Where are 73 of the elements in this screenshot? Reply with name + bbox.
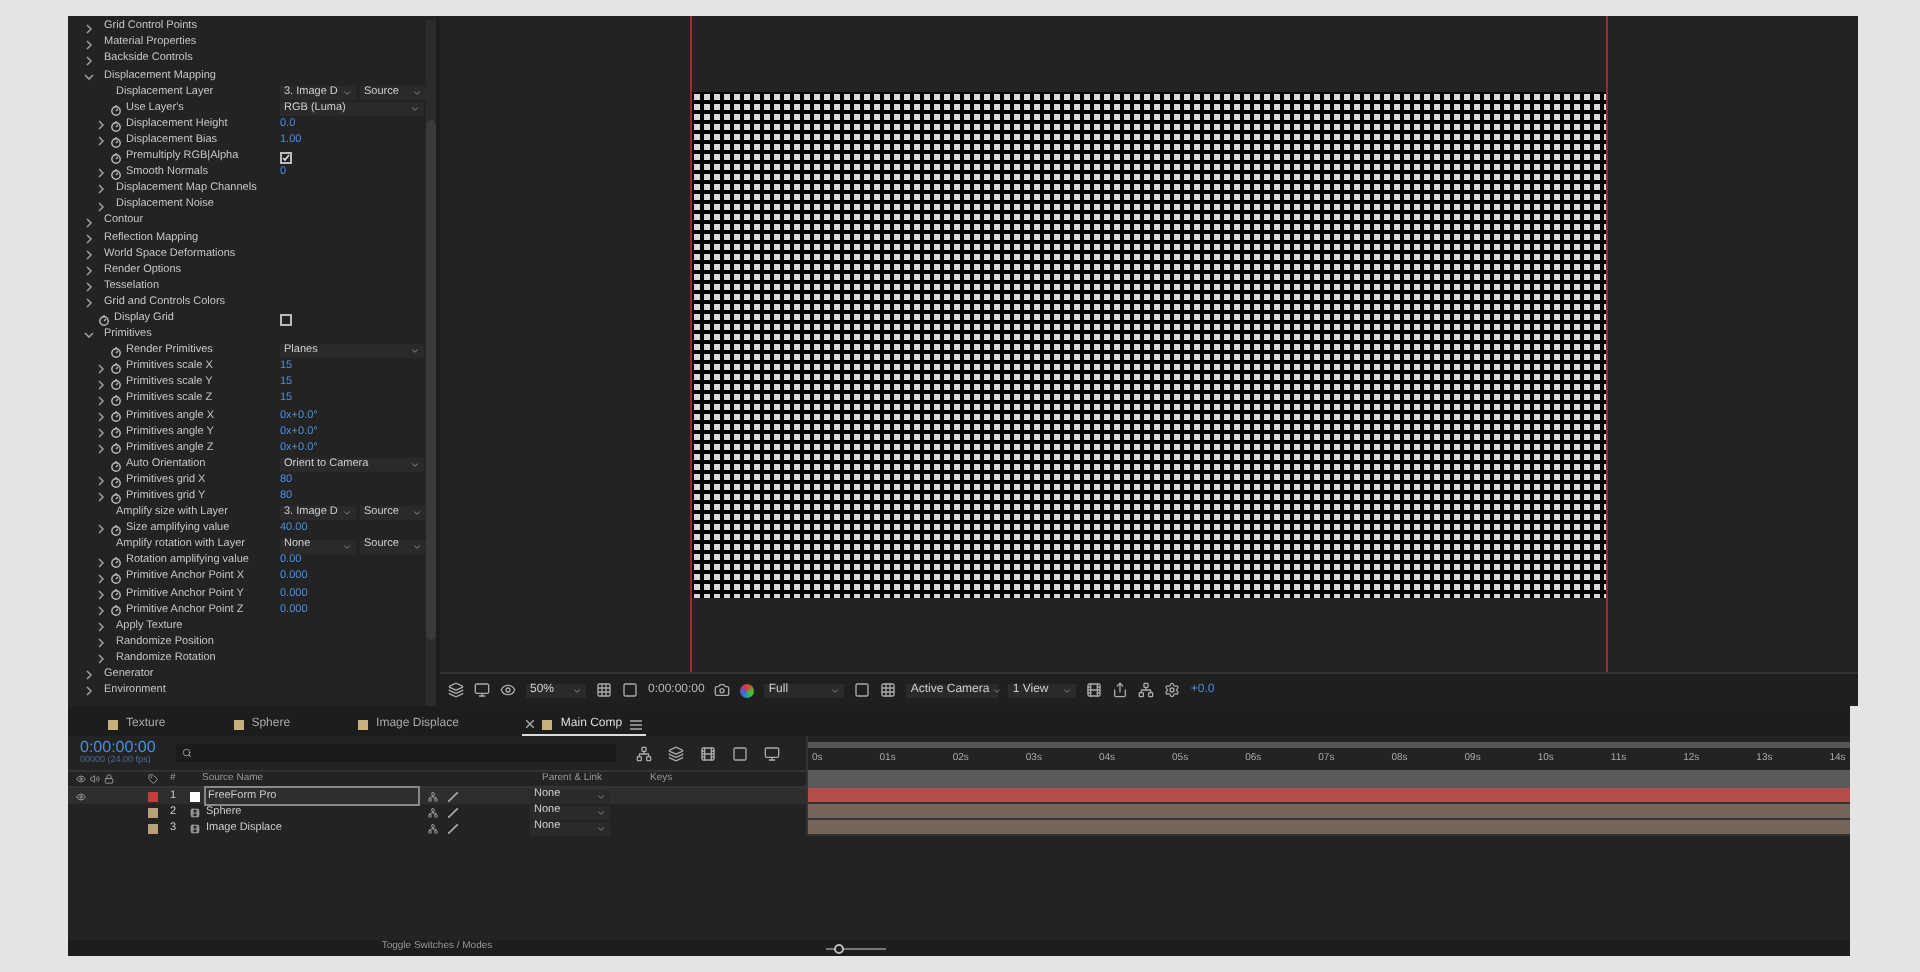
stopwatch-icon[interactable] <box>110 167 122 180</box>
transparency-grid-icon[interactable] <box>880 682 897 698</box>
caret-icon <box>342 508 352 519</box>
flowchart-icon[interactable] <box>635 745 652 761</box>
stopwatch-icon[interactable] <box>110 491 122 504</box>
stopwatch-icon[interactable] <box>110 572 122 585</box>
tab-color-swatch <box>542 719 553 729</box>
stopwatch-icon[interactable] <box>110 523 122 536</box>
stopwatch-icon[interactable] <box>110 588 122 601</box>
caret-icon <box>410 460 420 471</box>
footage-icon <box>190 823 200 833</box>
stopwatch-icon[interactable] <box>110 394 122 407</box>
search-field[interactable] <box>175 744 616 762</box>
label-color-swatch[interactable] <box>148 791 158 801</box>
zoom-slider-thumb[interactable] <box>833 943 844 953</box>
caret-icon <box>1062 685 1073 695</box>
caret-icon <box>830 685 841 695</box>
caret-icon <box>991 685 1002 695</box>
scrollbar[interactable] <box>426 20 436 706</box>
chevron-icon[interactable] <box>84 330 94 341</box>
film-icon[interactable] <box>1086 682 1103 698</box>
checkbox[interactable] <box>280 313 292 326</box>
solid-icon <box>190 791 200 801</box>
close-icon[interactable] <box>526 720 535 728</box>
eye-icon <box>76 774 86 784</box>
stopwatch-icon[interactable] <box>110 475 122 488</box>
grid-icon[interactable] <box>596 682 612 698</box>
layers-icon[interactable] <box>448 682 464 698</box>
footage-icon <box>190 807 200 817</box>
stopwatch-icon[interactable] <box>110 426 122 439</box>
tab-color-swatch <box>108 720 118 730</box>
monitor-icon[interactable] <box>474 682 490 698</box>
eye-icon[interactable] <box>76 791 86 801</box>
menu-icon[interactable] <box>630 719 643 729</box>
stopwatch-icon[interactable] <box>110 362 122 375</box>
caret-icon <box>342 87 352 98</box>
layers-icon[interactable] <box>667 745 684 761</box>
audio-icon <box>90 774 100 784</box>
current-time[interactable]: 0:00:00:00 <box>80 740 156 757</box>
stopwatch-icon[interactable] <box>110 442 122 455</box>
label-icon <box>148 774 158 784</box>
stopwatch-icon[interactable] <box>110 410 122 423</box>
chevron-icon[interactable] <box>96 524 106 535</box>
tab-color-swatch <box>358 720 369 730</box>
stopwatch-icon[interactable] <box>110 119 122 132</box>
caret-icon <box>342 541 352 552</box>
checkbox[interactable] <box>280 151 292 164</box>
stopwatch-icon[interactable] <box>110 378 122 391</box>
stopwatch-icon[interactable] <box>110 103 122 116</box>
share-icon[interactable] <box>1112 682 1129 698</box>
caret-icon <box>572 685 582 695</box>
search-icon <box>181 748 192 758</box>
caret-icon <box>412 541 422 552</box>
stopwatch-icon[interactable] <box>110 151 122 164</box>
camera-icon[interactable] <box>714 682 731 698</box>
caret-icon <box>412 508 422 519</box>
eye-icon[interactable] <box>500 682 516 698</box>
stopwatch-icon[interactable] <box>110 604 122 617</box>
stopwatch-icon[interactable] <box>110 556 122 569</box>
color-channels-icon[interactable] <box>740 683 755 697</box>
label-color-swatch[interactable] <box>148 807 158 817</box>
stopwatch-icon[interactable] <box>110 459 122 472</box>
tab-color-swatch <box>233 720 244 730</box>
stopwatch-icon[interactable] <box>98 313 110 326</box>
flowchart-icon[interactable] <box>1138 682 1155 698</box>
layer-duration-bar[interactable] <box>808 788 1850 804</box>
lock-icon <box>104 774 114 784</box>
stopwatch-icon[interactable] <box>110 345 122 358</box>
caret-icon <box>410 346 420 357</box>
settings-icon[interactable] <box>1164 682 1181 698</box>
label-color-swatch[interactable] <box>148 823 158 833</box>
film-icon[interactable] <box>699 745 716 761</box>
stopwatch-icon[interactable] <box>110 135 122 148</box>
